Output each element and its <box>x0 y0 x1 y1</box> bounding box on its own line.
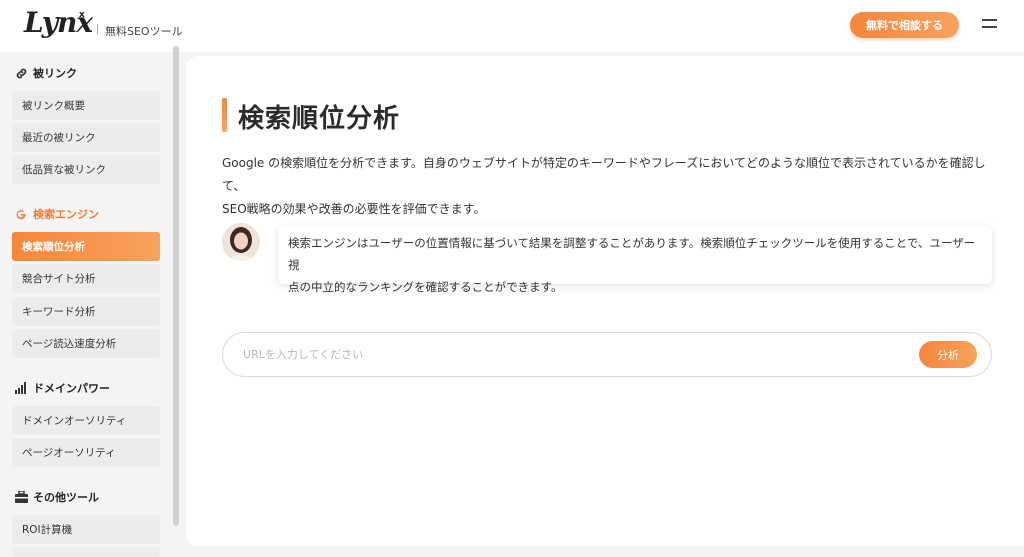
tip-line-2: 点の中立的なランキングを確認することができます。 <box>288 280 563 294</box>
hamburger-menu-icon[interactable] <box>982 18 998 30</box>
signal-bars-icon <box>14 381 28 395</box>
section-title-label: ドメインパワー <box>33 382 110 395</box>
tip-speech-bubble: 検索エンジンはユーザーの位置情報に基づいて結果を調整することがあります。検索順位… <box>278 226 992 294</box>
url-search-bar: 分析 <box>222 332 992 377</box>
advisor-avatar <box>222 223 260 261</box>
top-header: Lynx x 無料SEOツール 無料で相談する <box>0 0 1024 52</box>
sidebar-item-rank-analysis[interactable]: 検索順位分析 <box>12 232 160 261</box>
title-accent-bar <box>222 98 227 132</box>
description-line-2: SEO戦略の効果や改善の必要性を評価できます。 <box>222 202 486 216</box>
section-search-engine: 検索エンジン <box>14 206 99 222</box>
page-description: Google の検索順位を分析できます。自身のウェブサイトが特定のキーワードやフ… <box>222 152 1002 221</box>
link-icon <box>14 66 28 80</box>
page-title: 検索順位分析 <box>238 104 401 134</box>
description-line-1: Google の検索順位を分析できます。自身のウェブサイトが特定のキーワードやフ… <box>222 156 986 193</box>
free-consult-button[interactable]: 無料で相談する <box>850 12 959 38</box>
section-domain-power: ドメインパワー <box>14 380 110 396</box>
sidebar-item-page-speed[interactable]: ページ読込速度分析 <box>12 329 160 358</box>
tip-line-1: 検索エンジンはユーザーの位置情報に基づいて結果を調整することがあります。検索順位… <box>288 236 976 272</box>
sidebar-scrollbar[interactable] <box>173 46 179 526</box>
sidebar-item-partial[interactable] <box>12 547 160 557</box>
url-input[interactable] <box>243 343 903 365</box>
logo-superscript: x <box>79 10 85 20</box>
section-title-label: 検索エンジン <box>33 208 99 221</box>
sidebar-item-low-quality-backlinks[interactable]: 低品質な被リンク <box>12 155 160 184</box>
sidebar-item-domain-authority[interactable]: ドメインオーソリティ <box>12 406 160 435</box>
sidebar-item-roi-calculator[interactable]: ROI計算機 <box>12 515 160 544</box>
section-other-tools: その他ツール <box>14 489 99 505</box>
section-title-label: 被リンク <box>33 67 77 80</box>
sidebar-item-competitor-analysis[interactable]: 競合サイト分析 <box>12 264 160 293</box>
section-backlinks: 被リンク <box>14 65 77 81</box>
sidebar-item-keyword-analysis[interactable]: キーワード分析 <box>12 297 160 326</box>
logo-tagline: 無料SEOツール <box>105 25 183 38</box>
sidebar-item-recent-backlinks[interactable]: 最近の被リンク <box>12 123 160 152</box>
section-title-label: その他ツール <box>33 491 99 504</box>
sidebar-item-page-authority[interactable]: ページオーソリティ <box>12 438 160 467</box>
analyze-button[interactable]: 分析 <box>919 341 977 368</box>
toolbox-icon <box>14 490 28 504</box>
sidebar-item-backlink-overview[interactable]: 被リンク概要 <box>12 91 160 120</box>
logo-divider <box>97 24 98 34</box>
google-g-icon <box>14 207 28 221</box>
